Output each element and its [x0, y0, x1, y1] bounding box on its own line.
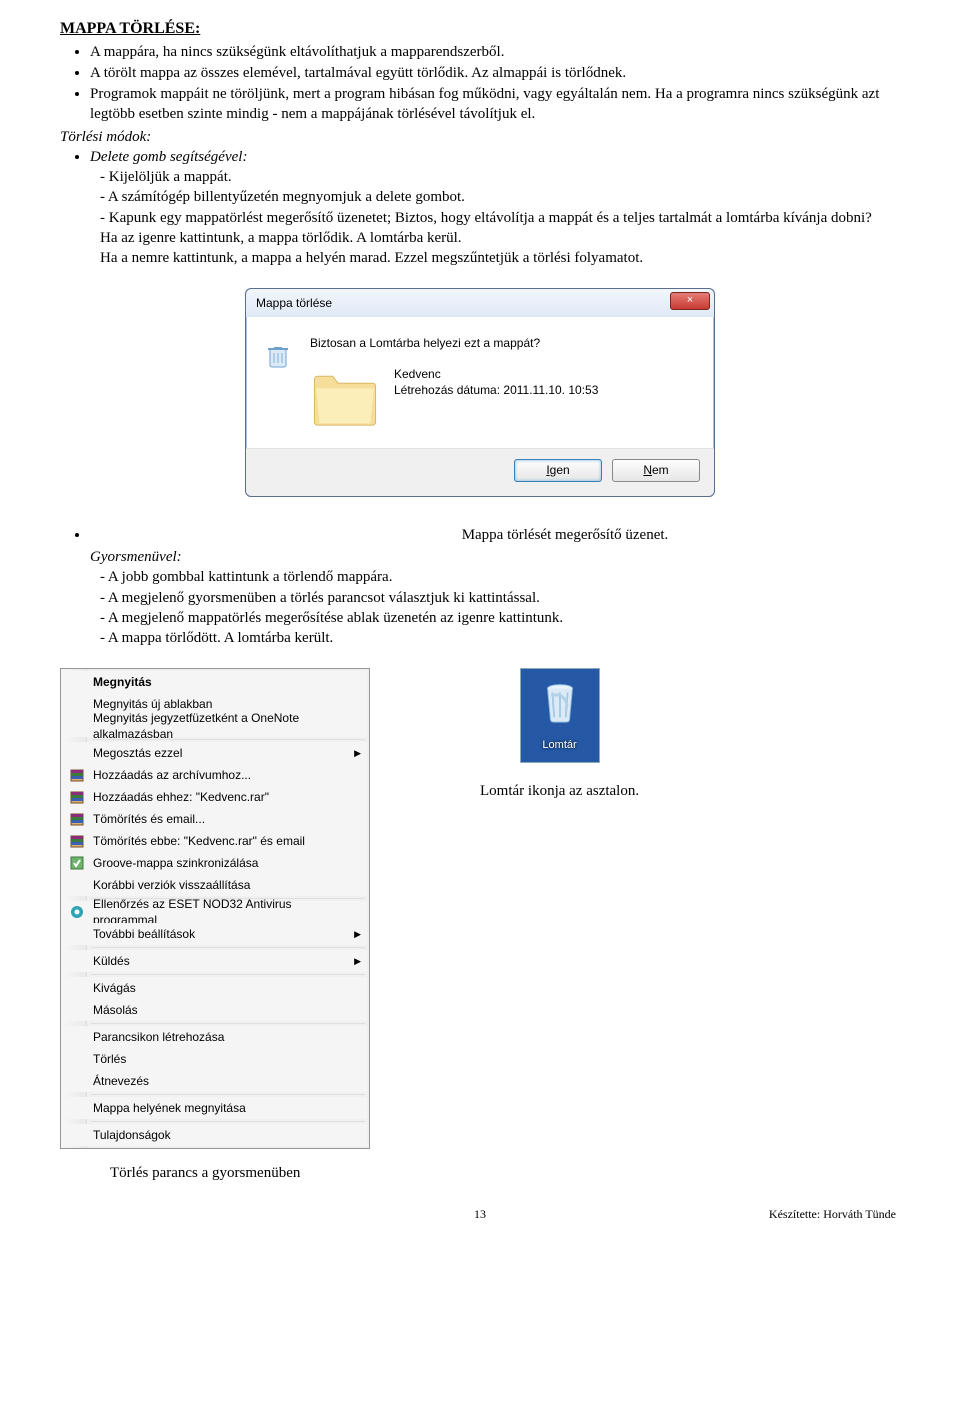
context-step: - A megjelenő mappatörlés megerősítése a…: [100, 608, 900, 628]
recycle-bin-label: Lomtár: [542, 738, 576, 753]
context-menu-item-label: Megnyitás: [93, 674, 152, 690]
dialog-body: Biztosan a Lomtárba helyezi ezt a mappát…: [246, 317, 714, 447]
intro-bullet: A törölt mappa az összes elemével, tarta…: [90, 63, 900, 83]
context-menu-item[interactable]: Parancsikon létrehozása: [63, 1026, 367, 1048]
folder-delete-dialog: Mappa törlése × Biztosan a Lomtárba hely…: [245, 288, 715, 496]
rar-icon: [69, 811, 85, 827]
dialog-screenshot: Mappa törlése × Biztosan a Lomtárba hely…: [60, 288, 900, 496]
context-menu-item-label: Hozzáadás az archívumhoz...: [93, 767, 251, 783]
delete-step: - A számítógép billentyűzetén megnyomjuk…: [100, 187, 900, 207]
intro-bullet: Programok mappáit ne töröljünk, mert a p…: [90, 84, 900, 125]
context-menu-item[interactable]: Tulajdonságok: [63, 1124, 367, 1146]
context-menu-item[interactable]: Átnevezés: [63, 1070, 367, 1092]
method-delete-item: Delete gomb segítségével: - Kijelöljük a…: [90, 147, 900, 269]
dialog-titlebar: Mappa törlése ×: [246, 289, 714, 317]
yes-button[interactable]: Igen: [514, 459, 602, 482]
submenu-arrow-icon: ▶: [354, 747, 361, 759]
rar-icon: [69, 833, 85, 849]
dialog-folder-date: Létrehozás dátuma: 2011.11.10. 10:53: [394, 382, 598, 398]
recycle-bin-icon: [537, 679, 583, 731]
context-menu-item[interactable]: További beállítások ▶: [63, 923, 367, 945]
context-menu-item-label: Korábbi verziók visszaállítása: [93, 877, 250, 893]
context-menu-item[interactable]: Ellenőrzés az ESET NOD32 Antivirus progr…: [63, 901, 367, 923]
grv-icon: [69, 855, 85, 871]
context-menu-item[interactable]: Kivágás: [63, 977, 367, 999]
context-menu-item[interactable]: Tömörítés és email...: [63, 808, 367, 830]
page-footer: 13 Készítette: Horváth Tünde: [60, 1206, 900, 1222]
menu-separator: [91, 974, 365, 975]
intro-bullet: A mappára, ha nincs szükségünk eltávolít…: [90, 42, 900, 62]
dialog-caption: Mappa törlését megerősítő üzenet.: [230, 525, 900, 545]
page-number: 13: [341, 1206, 618, 1222]
submenu-arrow-icon: ▶: [354, 955, 361, 967]
context-menu-item[interactable]: Mappa helyének megnyitása: [63, 1097, 367, 1119]
context-menu-item-label: Megnyitás jegyzetfüzetként a OneNote alk…: [93, 710, 349, 742]
rar-icon: [69, 789, 85, 805]
intro-bullets: A mappára, ha nincs szükségünk eltávolít…: [60, 42, 900, 125]
method-contextmenu-list: Mappa törlését megerősítő üzenet. Gyorsm…: [60, 525, 900, 649]
menu-separator: [91, 1023, 365, 1024]
context-menu: MegnyitásMegnyitás új ablakbanMegnyitás …: [60, 668, 370, 1149]
dialog-title-text: Mappa törlése: [256, 295, 332, 311]
method-delete-list: Delete gomb segítségével: - Kijelöljük a…: [60, 147, 900, 269]
menu-separator: [91, 1121, 365, 1122]
menu-separator: [91, 947, 365, 948]
recycle-bin-caption: Lomtár ikonja az asztalon.: [480, 781, 639, 801]
dialog-question: Biztosan a Lomtárba helyezi ezt a mappát…: [310, 335, 698, 351]
methods-heading: Törlési módok:: [60, 127, 900, 147]
context-menu-item-label: Parancsikon létrehozása: [93, 1029, 224, 1045]
context-menu-item-label: Másolás: [93, 1002, 138, 1018]
rar-icon: [69, 767, 85, 783]
delete-step: - Kapunk egy mappatörlést megerősítő üze…: [100, 208, 900, 228]
context-menu-item-label: Tömörítés ebbe: "Kedvenc.rar" és email: [93, 833, 305, 849]
context-menu-item-label: További beállítások: [93, 926, 195, 942]
method-contextmenu-label: Gyorsmenüvel:: [90, 549, 182, 565]
section-title: MAPPA TÖRLÉSE:: [60, 18, 900, 40]
menu-separator: [91, 1094, 365, 1095]
recycle-bin-icon: [262, 339, 294, 435]
dialog-folder-name: Kedvenc: [394, 366, 598, 382]
context-menu-item[interactable]: Groove-mappa szinkronizálása: [63, 852, 367, 874]
context-menu-item[interactable]: Megnyitás jegyzetfüzetként a OneNote alk…: [63, 715, 367, 737]
context-step: - A megjelenő gyorsmenüben a törlés para…: [100, 588, 900, 608]
context-menu-item-label: Törlés: [93, 1051, 126, 1067]
context-menu-item[interactable]: Korábbi verziók visszaállítása: [63, 874, 367, 896]
context-menu-item-label: Hozzáadás ehhez: "Kedvenc.rar": [93, 789, 269, 805]
context-menu-item-label: Küldés: [93, 953, 130, 969]
context-menu-item-label: Átnevezés: [93, 1073, 149, 1089]
delete-step: Ha az igenre kattintunk, a mappa törlődi…: [100, 228, 900, 248]
context-step: - A jobb gombbal kattintunk a törlendő m…: [100, 567, 900, 587]
context-menu-item[interactable]: Másolás: [63, 999, 367, 1021]
context-menu-item-label: Kivágás: [93, 980, 136, 996]
dialog-button-row: Igen Nem: [246, 448, 714, 496]
context-menu-item-label: Groove-mappa szinkronizálása: [93, 855, 258, 871]
desktop-recycle-bin: Lomtár Lomtár ikonja az asztalon.: [480, 668, 639, 801]
footer-credit: Készítette: Horváth Tünde: [619, 1206, 896, 1222]
context-menu-item[interactable]: Megosztás ezzel ▶: [63, 742, 367, 764]
context-menu-item-label: Tömörítés és email...: [93, 811, 205, 827]
context-menu-item[interactable]: Hozzáadás ehhez: "Kedvenc.rar": [63, 786, 367, 808]
method-delete-label: Delete gomb segítségével:: [90, 149, 247, 165]
context-menu-item-label: Megosztás ezzel: [93, 745, 182, 761]
delete-step: - Kijelöljük a mappát.: [100, 167, 900, 187]
submenu-arrow-icon: ▶: [354, 928, 361, 940]
no-button[interactable]: Nem: [612, 459, 700, 482]
context-menu-item[interactable]: Tömörítés ebbe: "Kedvenc.rar" és email: [63, 830, 367, 852]
context-menu-item[interactable]: Megnyitás: [63, 671, 367, 693]
method-contextmenu-item: Mappa törlését megerősítő üzenet. Gyorsm…: [90, 525, 900, 649]
delete-step: Ha a nemre kattintunk, a mappa a helyén …: [100, 248, 900, 268]
close-button[interactable]: ×: [670, 292, 710, 310]
recycle-bin-tile[interactable]: Lomtár: [520, 668, 600, 763]
folder-icon: [310, 366, 380, 436]
eset-icon: [69, 904, 85, 920]
menu-separator: [91, 739, 365, 740]
context-step: - A mappa törlődött. A lomtárba került.: [100, 628, 900, 648]
context-menu-item[interactable]: Hozzáadás az archívumhoz...: [63, 764, 367, 786]
context-menu-item[interactable]: Küldés ▶: [63, 950, 367, 972]
context-menu-item-label: Tulajdonságok: [93, 1127, 171, 1143]
context-menu-caption: Törlés parancs a gyorsmenüben: [110, 1163, 370, 1183]
context-menu-item[interactable]: Törlés: [63, 1048, 367, 1070]
context-menu-item-label: Mappa helyének megnyitása: [93, 1100, 246, 1116]
